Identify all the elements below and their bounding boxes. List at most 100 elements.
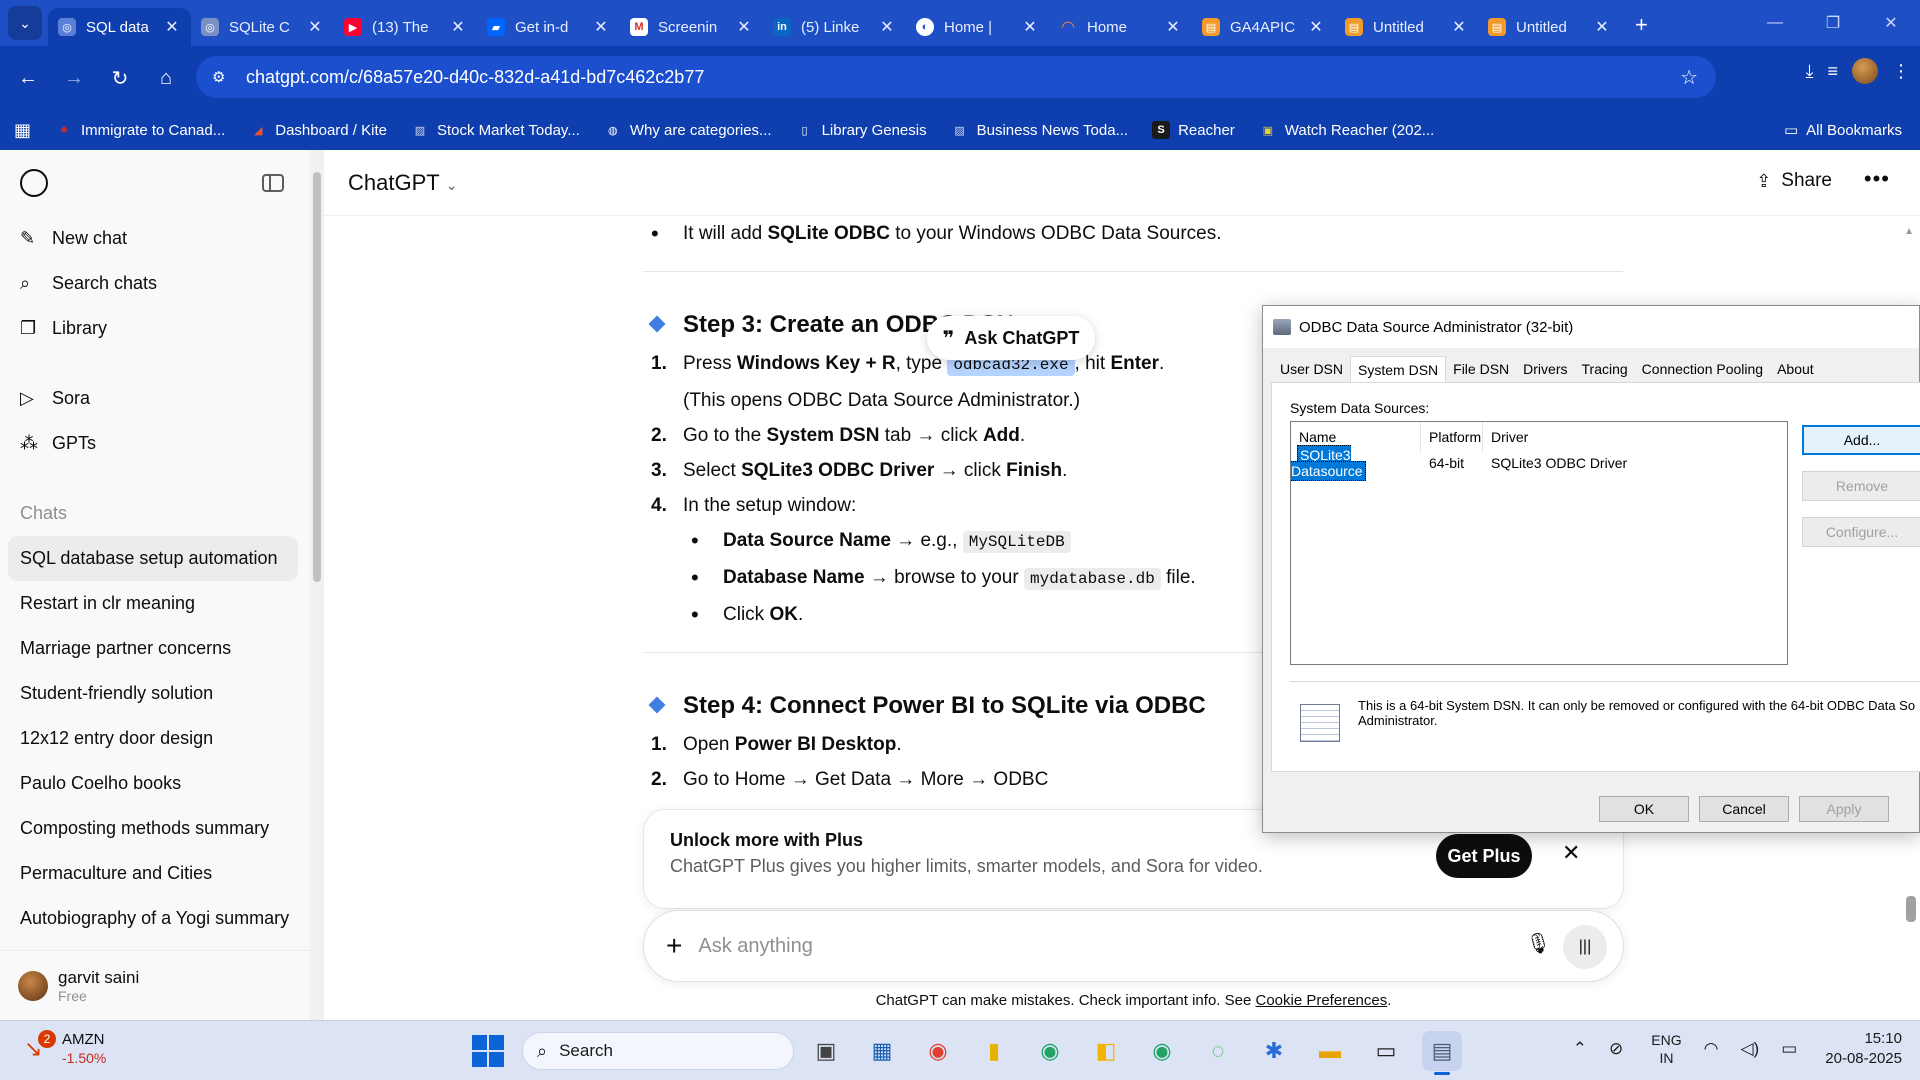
spinner-app-icon[interactable]: ◌: [1198, 1031, 1238, 1071]
sidebar-item-new-chat[interactable]: ✎ New chat: [0, 216, 310, 261]
close-tab-icon[interactable]: ✕: [163, 17, 181, 37]
bookmark-item[interactable]: S Reacher: [1152, 121, 1235, 139]
bookmark-item[interactable]: ♣ Immigrate to Canad...: [55, 121, 225, 139]
clock[interactable]: 15:10 20-08-2025: [1825, 1029, 1902, 1069]
browser-tab[interactable]: ◎ SQL data ✕: [48, 8, 191, 46]
start-button[interactable]: [472, 1035, 504, 1067]
browser-tab[interactable]: ▤ Untitled ✕: [1335, 8, 1478, 46]
profile-avatar[interactable]: [1852, 58, 1878, 84]
browser-menu-icon[interactable]: ⋮: [1892, 61, 1910, 82]
store-icon[interactable]: ▦: [862, 1031, 902, 1071]
get-plus-button[interactable]: Get Plus: [1436, 834, 1532, 878]
bookmark-item[interactable]: ▨ Stock Market Today...: [411, 121, 580, 139]
tab-drivers[interactable]: Drivers: [1516, 356, 1574, 382]
microphone-icon[interactable]: 🎙: [1526, 931, 1551, 956]
sidebar-item-library[interactable]: ❐ Library: [0, 306, 310, 351]
bookmark-star-icon[interactable]: ☆: [1680, 65, 1698, 90]
cancel-button[interactable]: Cancel: [1699, 796, 1789, 822]
odbc-admin-taskbar-icon[interactable]: ▤: [1422, 1031, 1462, 1075]
address-bar[interactable]: ⚙ chatgpt.com/c/68a57e20-d40c-832d-a41d-…: [196, 56, 1716, 98]
data-source-list[interactable]: Name Platform Driver SQLite3 Datasource …: [1290, 421, 1788, 665]
tab-file-dsn[interactable]: File DSN: [1446, 356, 1516, 382]
chat-history-item[interactable]: Marriage partner concerns: [0, 626, 300, 671]
chat-history-item[interactable]: SQL database setup automation: [8, 536, 298, 581]
browser-tab[interactable]: ◠ Home ✕: [1049, 8, 1192, 46]
apps-grid-icon[interactable]: ▦: [14, 120, 31, 141]
close-tab-icon[interactable]: ✕: [735, 17, 753, 37]
bookmark-item[interactable]: ◍ Why are categories...: [604, 121, 772, 139]
wifi-icon[interactable]: ◠: [1704, 1039, 1719, 1059]
browser-tab[interactable]: ◐ Home | ✕: [906, 8, 1049, 46]
close-tab-icon[interactable]: ✕: [306, 17, 324, 37]
file-explorer-icon[interactable]: ▬: [1310, 1031, 1350, 1071]
back-icon[interactable]: ←: [8, 58, 48, 98]
home-icon[interactable]: ⌂: [146, 58, 186, 98]
ask-chatgpt-button[interactable]: ❞ Ask ChatGPT: [927, 316, 1095, 360]
close-tab-icon[interactable]: ✕: [1164, 17, 1182, 37]
chrome-profile-2-icon[interactable]: ◉: [1142, 1031, 1182, 1071]
openai-logo-icon[interactable]: [20, 169, 48, 197]
snipping-tool-icon[interactable]: ✱: [1254, 1031, 1294, 1071]
bookmark-item[interactable]: ◢ Dashboard / Kite: [249, 121, 387, 139]
close-tab-icon[interactable]: ✕: [592, 17, 610, 37]
add-button[interactable]: Add...: [1802, 425, 1920, 455]
sidebar-item-gpts[interactable]: ⁂ GPTs: [0, 421, 310, 466]
voice-mode-button[interactable]: |||: [1563, 925, 1607, 969]
chat-history-item[interactable]: Permaculture and Cities: [0, 851, 300, 896]
media-control-icon[interactable]: ≡: [1827, 61, 1838, 82]
code-snippet[interactable]: mydatabase.db: [1023, 568, 1161, 590]
sidebar-toggle-icon[interactable]: [262, 174, 284, 192]
chat-history-item[interactable]: Restart in clr meaning: [0, 581, 300, 626]
task-view-icon[interactable]: ▣: [806, 1031, 846, 1071]
tab-tracing[interactable]: Tracing: [1575, 356, 1635, 382]
chrome-profile-icon[interactable]: ◉: [1030, 1031, 1070, 1071]
terminal-icon[interactable]: ▭: [1366, 1031, 1406, 1071]
maximize-icon[interactable]: ❐: [1804, 0, 1862, 46]
battery-icon[interactable]: ▭: [1781, 1039, 1797, 1059]
configure-button[interactable]: Configure...: [1802, 517, 1920, 547]
close-tab-icon[interactable]: ✕: [1593, 17, 1611, 37]
tab-connection-pooling[interactable]: Connection Pooling: [1635, 356, 1770, 382]
tab-system-dsn[interactable]: System DSN: [1350, 356, 1447, 382]
bookmark-item[interactable]: ▣ Watch Reacher (202...: [1259, 121, 1435, 139]
close-tab-icon[interactable]: ✕: [1021, 17, 1039, 37]
attach-plus-icon[interactable]: +: [666, 930, 682, 962]
sidebar-scrollbar[interactable]: [310, 150, 324, 1020]
browser-tab[interactable]: M Screenin ✕: [620, 8, 763, 46]
column-header[interactable]: Driver: [1483, 422, 1787, 452]
chat-history-item[interactable]: 12x12 entry door design: [0, 716, 300, 761]
browser-tab[interactable]: ▰ Get in-d ✕: [477, 8, 620, 46]
power-bi-icon[interactable]: ▮: [974, 1031, 1014, 1071]
tab-user-dsn[interactable]: User DSN: [1273, 356, 1350, 382]
browser-tab[interactable]: ▶ (13) The ✕: [334, 8, 477, 46]
close-icon[interactable]: ✕: [1562, 840, 1580, 866]
volume-icon[interactable]: ◁): [1740, 1039, 1759, 1059]
browser-tab[interactable]: ▤ Untitled ✕: [1478, 8, 1621, 46]
show-hidden-icons[interactable]: ⌃: [1573, 1039, 1587, 1059]
reload-icon[interactable]: ↻: [100, 58, 140, 98]
chat-history-item[interactable]: Paulo Coelho books: [0, 761, 300, 806]
dialog-titlebar[interactable]: ODBC Data Source Administrator (32-bit): [1263, 306, 1919, 348]
all-bookmarks[interactable]: ▭ All Bookmarks: [1784, 121, 1902, 140]
stock-widget[interactable]: ↘ 2 AMZN -1.50%: [24, 1030, 106, 1067]
tab-about[interactable]: About: [1770, 356, 1821, 382]
forward-icon[interactable]: →: [54, 58, 94, 98]
table-row[interactable]: SQLite3 Datasource 64-bit SQLite3 ODBC D…: [1291, 445, 1787, 481]
apply-button[interactable]: Apply: [1799, 796, 1889, 822]
chat-history-item[interactable]: Composting methods summary: [0, 806, 300, 851]
taskbar-search[interactable]: ⌕ Search: [522, 1032, 794, 1070]
tab-search-button[interactable]: ⌄: [8, 6, 42, 40]
code-snippet[interactable]: MySQLiteDB: [962, 531, 1071, 553]
chat-history-item[interactable]: Autobiography of a Yogi summary: [0, 896, 300, 941]
more-options-icon[interactable]: •••: [1864, 166, 1890, 192]
sidebar-item-search[interactable]: ⌕ Search chats: [0, 261, 310, 306]
browser-tab[interactable]: in (5) Linke ✕: [763, 8, 906, 46]
network-status-icon[interactable]: ⊘: [1609, 1039, 1623, 1059]
browser-tab[interactable]: ◎ SQLite C ✕: [191, 8, 334, 46]
sidebar-item-sora[interactable]: ▷ Sora: [0, 376, 310, 421]
browser-tab[interactable]: ▤ GA4APIC ✕: [1192, 8, 1335, 46]
share-button[interactable]: ⇪ Share: [1756, 170, 1832, 192]
cookie-preferences-link[interactable]: Cookie Preferences: [1255, 992, 1387, 1009]
chat-input[interactable]: [698, 934, 1479, 958]
user-account[interactable]: garvit saini Free: [0, 950, 310, 1020]
